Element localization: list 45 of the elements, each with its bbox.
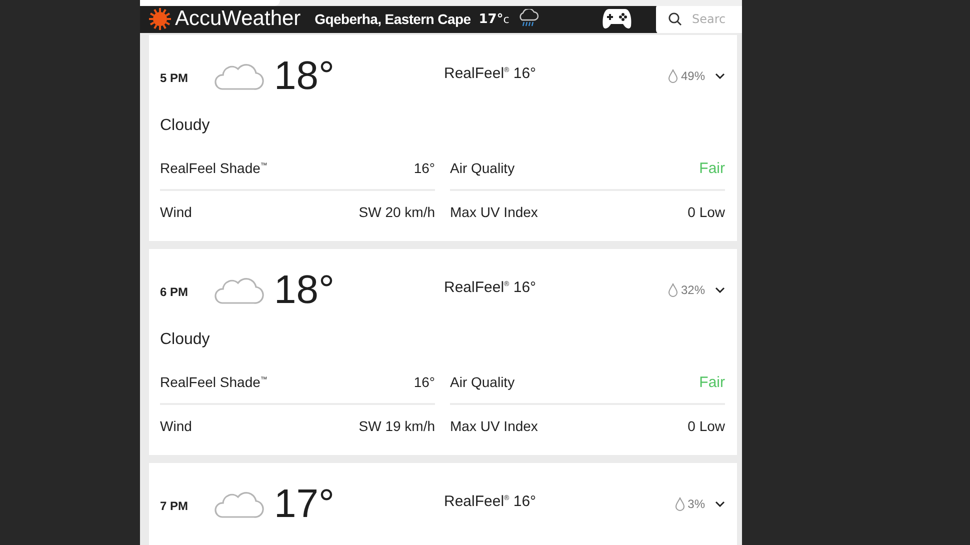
current-temperature: 17°c	[478, 12, 510, 27]
hour-time: 6 PM	[160, 285, 190, 299]
raindrop-icon	[668, 69, 678, 83]
location-name[interactable]: Gqeberha, Eastern Cape	[314, 11, 471, 28]
hour-temperature: 18°	[274, 54, 336, 98]
chevron-down-icon[interactable]	[715, 501, 725, 507]
detail-value: 0 Low	[688, 418, 725, 434]
hour-temperature: 18°	[274, 268, 336, 312]
hour-temperature: 17°	[274, 482, 336, 526]
detail-value: Fair	[699, 160, 725, 176]
precipitation-chance: 3%	[688, 497, 705, 511]
chevron-down-icon[interactable]	[715, 287, 725, 293]
raindrop-icon	[668, 283, 678, 297]
detail-label: Air Quality	[450, 374, 515, 390]
detail-label: Air Quality	[450, 160, 515, 176]
detail-label: Max UV Index	[450, 204, 538, 220]
precipitation-chance: 32%	[680, 283, 705, 297]
cloud-icon	[212, 61, 264, 91]
detail-value: SW 19 km/h	[358, 418, 435, 434]
precipitation-chance: 49%	[680, 69, 705, 83]
condition-text: Cloudy	[160, 117, 211, 136]
raindrop-icon	[674, 497, 685, 511]
search-icon	[668, 12, 682, 26]
detail-label: RealFeel Shade$^{™}$	[160, 160, 268, 176]
realfeel-temperature: RealFeel$^{®}$ 16°	[444, 492, 536, 510]
hour-time: 5 PM	[160, 71, 190, 85]
sun-logo-icon	[149, 8, 171, 30]
detail-value: Fair	[699, 374, 725, 390]
brand-name[interactable]: AccuWeather	[175, 7, 301, 32]
detail-label: Wind	[160, 204, 192, 220]
detail-label: Max UV Index	[450, 418, 538, 434]
cloud-icon	[212, 489, 264, 519]
detail-value: 16°	[414, 160, 435, 176]
detail-value: 0 Low	[688, 204, 725, 220]
game-controller-icon[interactable]	[602, 8, 632, 30]
cloud-icon	[212, 275, 264, 305]
detail-value: 16°	[414, 374, 435, 390]
detail-label: RealFeel Shade$^{™}$	[160, 374, 268, 390]
condition-text: Cloudy	[160, 331, 211, 350]
detail-label: Wind	[160, 418, 192, 434]
realfeel-temperature: RealFeel$^{®}$ 16°	[444, 64, 536, 82]
detail-value: SW 20 km/h	[358, 204, 435, 220]
hour-time: 7 PM	[160, 499, 190, 513]
realfeel-temperature: RealFeel$^{®}$ 16°	[444, 278, 536, 296]
chevron-down-icon[interactable]	[715, 73, 725, 79]
